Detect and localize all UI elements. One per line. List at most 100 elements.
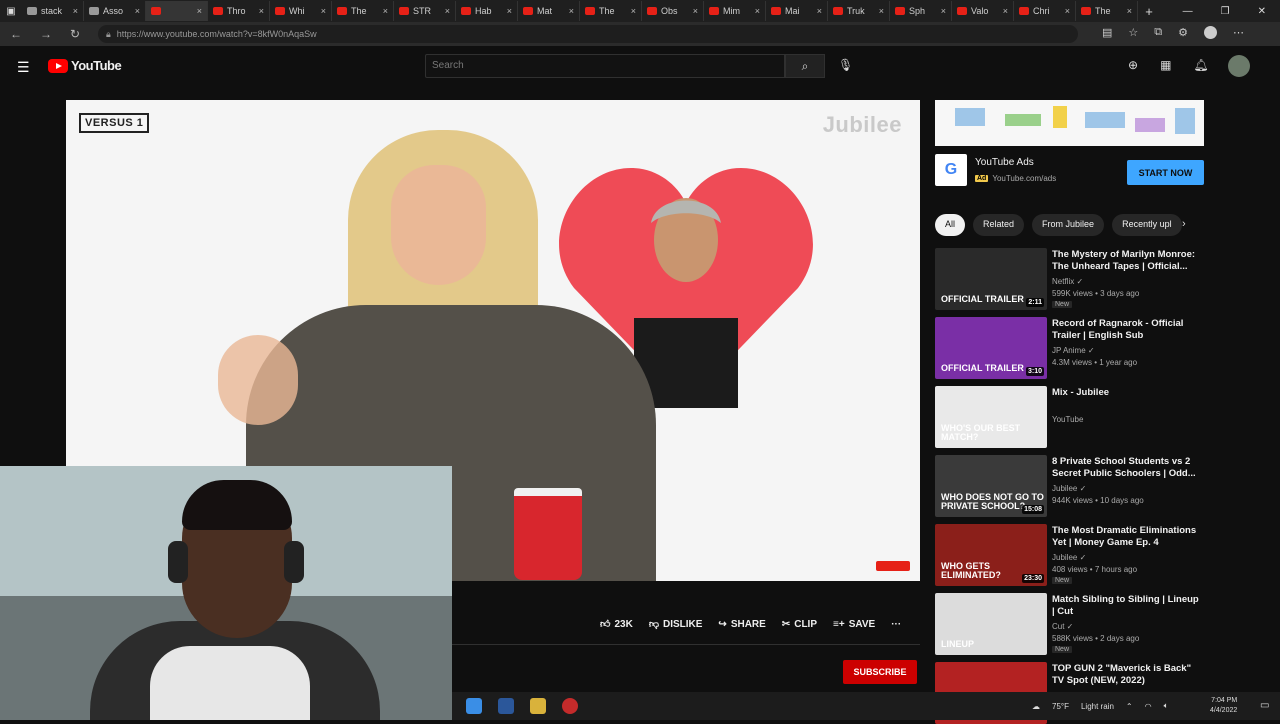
video-thumbnail[interactable]: WHO DOES NOT GO TO PRIVATE SCHOOL? 15:08 — [935, 455, 1047, 517]
filter-chip[interactable]: Related — [973, 214, 1025, 236]
video-title[interactable]: Match Sibling to Sibling | Lineup | Cut — [1052, 594, 1202, 618]
browser-menu-icon[interactable]: ⋯ — [1233, 26, 1244, 39]
notification-center-icon[interactable]: ▭ — [1260, 700, 1269, 711]
tab-close-icon[interactable]: × — [879, 6, 884, 16]
account-avatar[interactable] — [1228, 55, 1250, 77]
windows-start-icon[interactable] — [466, 698, 482, 714]
tab-close-icon[interactable]: × — [321, 6, 326, 16]
browser-tab[interactable]: Hab × — [456, 1, 518, 21]
browser-tab[interactable]: stack × — [22, 1, 84, 21]
youtube-logo[interactable]: YouTube — [48, 58, 122, 73]
profile-avatar[interactable] — [1204, 26, 1217, 39]
taskbar-word-icon[interactable] — [498, 698, 514, 714]
like-button[interactable]: 👍︎ 23K — [600, 618, 633, 631]
back-icon[interactable]: ← — [10, 27, 22, 41]
tab-close-icon[interactable]: × — [941, 6, 946, 16]
tab-close-icon[interactable]: × — [569, 6, 574, 16]
browser-tab[interactable]: Obs × — [642, 1, 704, 21]
video-title[interactable]: The Mystery of Marilyn Monroe: The Unhea… — [1052, 249, 1202, 273]
recommended-video[interactable]: WHO DOES NOT GO TO PRIVATE SCHOOL? 15:08 8… — [935, 455, 1205, 517]
more-actions-button[interactable]: ··· — [891, 618, 901, 630]
channel-name[interactable]: JP Anime ✓ — [1052, 346, 1095, 355]
recommended-video[interactable]: LINEUP Match Sibling to Sibling | Lineup … — [935, 593, 1205, 655]
channel-name[interactable]: YouTube — [1052, 415, 1083, 424]
menu-icon[interactable]: ☰ — [17, 59, 30, 76]
browser-tab[interactable]: Whi × — [270, 1, 332, 21]
forward-icon[interactable]: → — [40, 27, 52, 41]
volume-icon[interactable]: 🔈︎ — [1164, 701, 1169, 711]
tab-close-icon[interactable]: × — [197, 6, 202, 16]
extensions-icon[interactable]: ⚙ — [1178, 26, 1188, 39]
chevron-right-icon[interactable]: › — [1182, 218, 1186, 230]
taskbar-files-icon[interactable] — [530, 698, 546, 714]
close-window-icon[interactable]: ✕ — [1258, 6, 1266, 17]
browser-tab[interactable]: Sph × — [890, 1, 952, 21]
favorites-icon[interactable]: ☆ — [1128, 26, 1138, 39]
browser-tab[interactable]: The × — [332, 1, 394, 21]
tab-close-icon[interactable]: × — [383, 6, 388, 16]
video-title[interactable]: The Most Dramatic Eliminations Yet | Mon… — [1052, 525, 1202, 549]
create-video-icon[interactable]: ⊕ — [1128, 58, 1138, 72]
filter-chip[interactable]: All — [935, 214, 966, 236]
ad-banner-image[interactable] — [935, 100, 1204, 146]
tab-close-icon[interactable]: × — [755, 6, 760, 16]
channel-name[interactable]: Jubilee ✓ — [1052, 553, 1086, 562]
tab-close-icon[interactable]: × — [1003, 6, 1008, 16]
clip-button[interactable]: ✂ CLIP — [782, 618, 817, 630]
browser-tab[interactable]: Mat × — [518, 1, 580, 21]
recommended-video[interactable]: WHO'S OUR BEST MATCH? Mix - Jubilee YouTub… — [935, 386, 1205, 448]
browser-tab[interactable]: × — [146, 1, 208, 21]
subscribe-button[interactable]: SUBSCRIBE — [843, 660, 917, 684]
video-thumbnail[interactable]: OFFICIAL TRAILER 2:11 — [935, 248, 1047, 310]
browser-tab[interactable]: Mai × — [766, 1, 828, 21]
save-button[interactable]: ≡+ SAVE — [833, 618, 875, 630]
tab-close-icon[interactable]: × — [135, 6, 140, 16]
browser-tab[interactable]: Truk × — [828, 1, 890, 21]
reload-icon[interactable]: ↻ — [70, 27, 80, 41]
tab-close-icon[interactable]: × — [507, 6, 512, 16]
sponsored-ad[interactable]: G YouTube Ads Ad YouTube.com/ads START N… — [935, 154, 1204, 190]
start-now-button[interactable]: START NOW — [1127, 160, 1204, 185]
browser-tab[interactable]: Mim × — [704, 1, 766, 21]
tab-close-icon[interactable]: × — [1127, 6, 1132, 16]
tab-close-icon[interactable]: × — [73, 6, 78, 16]
window-menu-icon[interactable]: ▣ — [0, 6, 22, 17]
video-thumbnail[interactable]: OFFICIAL TRAILER 3:10 — [935, 317, 1047, 379]
recommended-video[interactable]: WHO GETS ELIMINATED? 23:30 The Most Dramat… — [935, 524, 1205, 586]
tab-close-icon[interactable]: × — [445, 6, 450, 16]
video-thumbnail[interactable]: WHO GETS ELIMINATED? 23:30 — [935, 524, 1047, 586]
browser-tab[interactable]: The × — [580, 1, 642, 21]
browser-tab[interactable]: The × — [1076, 1, 1138, 21]
apps-icon[interactable]: ▦ — [1160, 58, 1171, 72]
recommended-video[interactable]: OFFICIAL TRAILER 2:11 The Mystery of Maril… — [935, 248, 1205, 310]
filter-chip[interactable]: From Jubilee — [1032, 214, 1105, 236]
channel-name[interactable]: Cut ✓ — [1052, 622, 1073, 631]
browser-tab[interactable]: Thro × — [208, 1, 270, 21]
video-title[interactable]: Record of Ragnarok - Official Trailer | … — [1052, 318, 1202, 342]
microphone-icon[interactable]: 🎙︎ — [838, 58, 853, 72]
maximize-icon[interactable]: ❐ — [1221, 6, 1230, 17]
new-tab-button[interactable]: + — [1138, 4, 1160, 19]
video-title[interactable]: TOP GUN 2 "Maverick is Back" TV Spot (NE… — [1052, 663, 1202, 687]
tab-close-icon[interactable]: × — [259, 6, 264, 16]
browser-tab[interactable]: Valo × — [952, 1, 1014, 21]
video-title[interactable]: Mix - Jubilee — [1052, 387, 1202, 399]
share-button[interactable]: ↪ SHARE — [718, 618, 765, 630]
search-input[interactable]: Search — [425, 54, 785, 78]
tab-close-icon[interactable]: × — [1065, 6, 1070, 16]
channel-name[interactable]: Netflix ✓ — [1052, 277, 1083, 286]
tab-close-icon[interactable]: × — [693, 6, 698, 16]
tab-close-icon[interactable]: × — [631, 6, 636, 16]
dislike-button[interactable]: 👎︎ DISLIKE — [649, 618, 703, 631]
browser-tab[interactable]: Asso × — [84, 1, 146, 21]
url-field[interactable]: 🔒︎ https://www.youtube.com/watch?v=8kfW0… — [98, 25, 1078, 43]
read-aloud-icon[interactable]: ▤ — [1102, 26, 1112, 39]
tray-chevron-icon[interactable]: ⌃ — [1126, 702, 1133, 711]
browser-tab[interactable]: STR × — [394, 1, 456, 21]
collections-icon[interactable]: ⧉ — [1154, 26, 1162, 39]
channel-name[interactable]: Jubilee ✓ — [1052, 484, 1086, 493]
search-icon[interactable]: ⌕ — [785, 54, 825, 78]
recommended-video[interactable]: OFFICIAL TRAILER 3:10 Record of Ragnarok -… — [935, 317, 1205, 379]
video-thumbnail[interactable]: LINEUP — [935, 593, 1047, 655]
notifications-icon[interactable]: 🔔︎ — [1193, 58, 1208, 72]
